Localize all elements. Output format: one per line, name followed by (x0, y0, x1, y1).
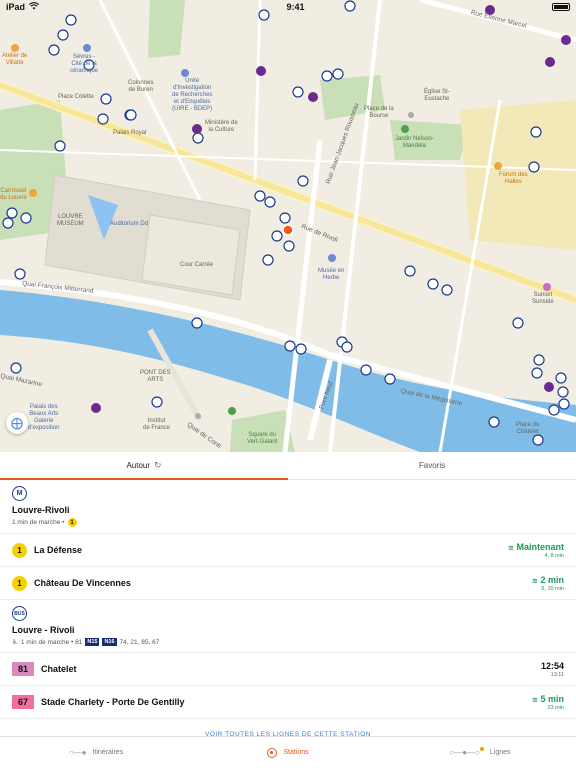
map-label-cour-carree: Cour Carrée (180, 262, 214, 268)
departure-time: ≊ Maintenant 4, 8 min (508, 542, 564, 559)
map-label-jardin: Jardin Nelson- Mandela (395, 136, 434, 149)
route-icon: ○—● (68, 748, 87, 757)
departure-row[interactable]: 1 Château De Vincennes ≊ 2 min 6, 10 min (0, 567, 576, 600)
station-name: Louvre-Rivoli (12, 505, 70, 515)
battery-icon (552, 3, 570, 11)
nav-stations[interactable]: Stations (192, 737, 384, 768)
station-header-bus[interactable]: BUS Louvre - Rivoli ♿ 1 min de marche • … (0, 600, 576, 653)
map-label-atelier: Atelier de Villatte (2, 53, 28, 66)
departure-following: 13:11 (550, 671, 564, 678)
accessibility-icon: ♿ (12, 639, 18, 646)
map-label-buren: Colonnes de Buren (128, 80, 154, 93)
departure-row[interactable]: 1 La Défense ≊ Maintenant 4, 8 min (0, 534, 576, 567)
line-badge: 1 (12, 542, 27, 558)
locate-button[interactable]: ⨁ (6, 412, 28, 434)
map-view[interactable]: Atelier de Villatte Sèvres - Cité de la cér… (0, 0, 576, 452)
status-time: 9:41 (286, 2, 305, 12)
nav-itineraires[interactable]: ○—● Itinéraires (0, 737, 192, 768)
station-meta: 1 min de marche • 1 (12, 518, 564, 527)
departure-destination: Chatelet (41, 664, 77, 674)
departure-time: ≊ 2 min 6, 10 min (532, 575, 564, 592)
map-label-eglise: Église St- Eustache (424, 89, 450, 102)
map-label-musee-herbe: Musée en Herbe (318, 268, 345, 281)
live-icon: ≊ (508, 544, 514, 552)
line-badge: 1 (12, 575, 27, 591)
nav-lignes[interactable]: ○—●—○ Lignes (384, 737, 576, 768)
wifi-icon (28, 2, 40, 12)
device-label: iPad (6, 2, 26, 12)
lines-icon: ○—●—○ (449, 748, 480, 757)
departure-row[interactable]: 81 Chatelet 12:54 13:11 (0, 653, 576, 686)
notification-dot (479, 746, 484, 751)
departure-following: 6, 10 min (541, 585, 564, 592)
map-label-sunset: Sunset Sunside (532, 292, 554, 305)
map-label-vert-galant: Square du Vert-Galant (247, 432, 278, 445)
departure-row[interactable]: 67 Stade Charlety - Porte De Gentilly ≊ … (0, 686, 576, 719)
departure-destination: La Défense (34, 545, 83, 555)
departure-next: Maintenant (516, 541, 564, 552)
station-icon (267, 747, 278, 758)
metro-icon: M (12, 486, 27, 501)
departure-next: 2 min (540, 574, 564, 585)
night-line-badge: N16 (102, 638, 117, 646)
nav-itineraires-label: Itinéraires (92, 749, 124, 756)
nav-stations-label: Stations (283, 749, 309, 756)
departure-following: 23 min (547, 704, 564, 711)
tab-favoris[interactable]: Favoris (288, 452, 576, 479)
departure-time: 12:54 13:11 (541, 661, 564, 678)
departure-time: ≊ 5 min 23 min (532, 694, 564, 711)
station-header-metro[interactable]: M Louvre-Rivoli 1 min de marche • 1 (0, 480, 576, 534)
map-label-bourse: Place de la Bourse (364, 106, 394, 119)
see-all-lines-link[interactable]: VOIR TOUTES LES LIGNES DE CETTE STATION (0, 719, 576, 736)
tab-favoris-label: Favoris (418, 461, 446, 470)
map-label-carrousel: Carrousel du Louvre (0, 188, 27, 201)
nav-lignes-label: Lignes (489, 749, 511, 756)
map-label-louvre: LOUVRE MUSEUM (57, 214, 84, 227)
station-name: Louvre - Rivoli (12, 625, 75, 635)
night-line-badge: N15 (85, 638, 100, 646)
bottom-nav: ○—● Itinéraires Stations ○—●—○ Lignes (0, 736, 576, 768)
live-icon: ≊ (532, 696, 538, 704)
line-1-badge: 1 (67, 518, 77, 527)
map-label-chatelet: Place du Châtelet (516, 422, 540, 435)
walk-time: 1 min de marche • 81 (20, 638, 83, 646)
locate-icon: ⨁ (11, 416, 23, 430)
other-lines: 74, 21, 85, 67 (119, 638, 160, 646)
station-meta: ♿ 1 min de marche • 81 N15 N16 74, 21, 8… (12, 638, 564, 646)
tab-bar: Autour ↻ Favoris (0, 452, 576, 480)
departure-destination: Château De Vincennes (34, 578, 131, 588)
tab-autour-label: Autour (126, 461, 151, 470)
map-label-unite: Unité d'Investigation de Recherches et d'En… (172, 78, 213, 112)
walk-time: 1 min de marche • (12, 519, 65, 526)
refresh-icon[interactable]: ↻ (154, 460, 162, 471)
map-label-auditorium: Auditorium Dd (110, 221, 149, 227)
map-label-pont-arts: PONT DES ARTS (140, 370, 171, 383)
map-label-culture: Ministère de la Culture (205, 120, 238, 133)
departure-next: 12:54 (540, 660, 564, 671)
map-label-forum: Forum des Halles (499, 172, 528, 185)
map-label-palais-royal: Palais Royal (113, 130, 147, 136)
departure-destination: Stade Charlety - Porte De Gentilly (41, 697, 185, 707)
map-label-colette: Place Colette (58, 94, 94, 100)
map-label-sevres: Sèvres - Cité de la céramique (70, 54, 99, 74)
line-badge: 67 (12, 695, 34, 709)
status-bar: iPad 9:41 (0, 0, 576, 14)
map-label-beaux-arts: Palais des Beaux Arts Galerie d'exposition (28, 404, 60, 431)
departure-following: 4, 8 min (544, 552, 564, 559)
tab-autour[interactable]: Autour ↻ (0, 452, 288, 480)
stations-list[interactable]: M Louvre-Rivoli 1 min de marche • 1 1 La… (0, 480, 576, 736)
departure-next: 5 min (540, 693, 564, 704)
map-label-institut: Institut de France (143, 418, 171, 431)
bus-icon: BUS (12, 606, 27, 621)
line-badge: 81 (12, 662, 34, 676)
live-icon: ≊ (532, 577, 538, 585)
